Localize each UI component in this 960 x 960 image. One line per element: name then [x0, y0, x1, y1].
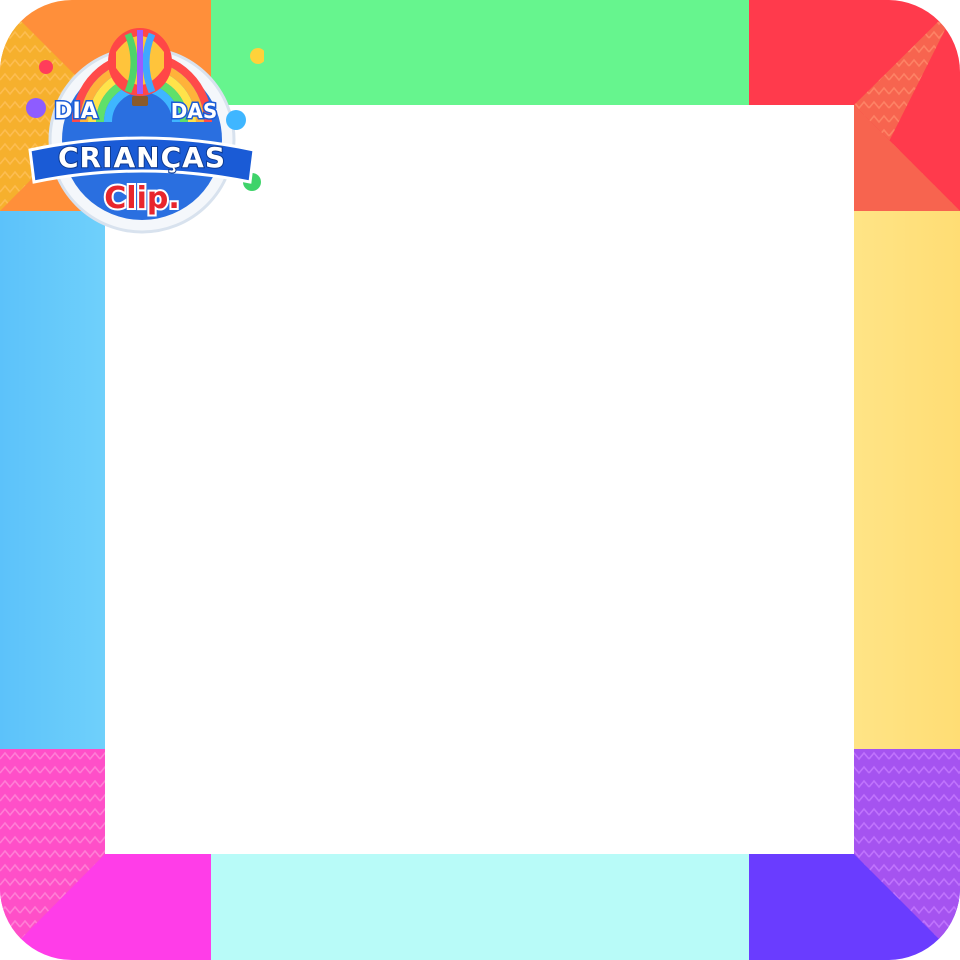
- badge-line2: CRIANÇAS: [58, 141, 226, 174]
- ball-icon: [26, 98, 46, 118]
- edge-bottom: [211, 854, 749, 960]
- badge-line1-left: DIA: [54, 99, 97, 124]
- dia-das-criancas-logo: DIA DAS CRIANÇAS Clip.: [26, 28, 264, 234]
- ball-icon: [39, 60, 53, 74]
- photo-frame: DIA DAS CRIANÇAS Clip.: [0, 0, 960, 960]
- ball-icon: [226, 110, 246, 130]
- badge-line1-right: DAS: [171, 99, 217, 123]
- edge-left: [0, 211, 105, 749]
- edge-right: [854, 211, 960, 749]
- ball-icon: [250, 48, 264, 64]
- edge-top: [211, 0, 749, 105]
- badge-brand: Clip.: [104, 181, 179, 216]
